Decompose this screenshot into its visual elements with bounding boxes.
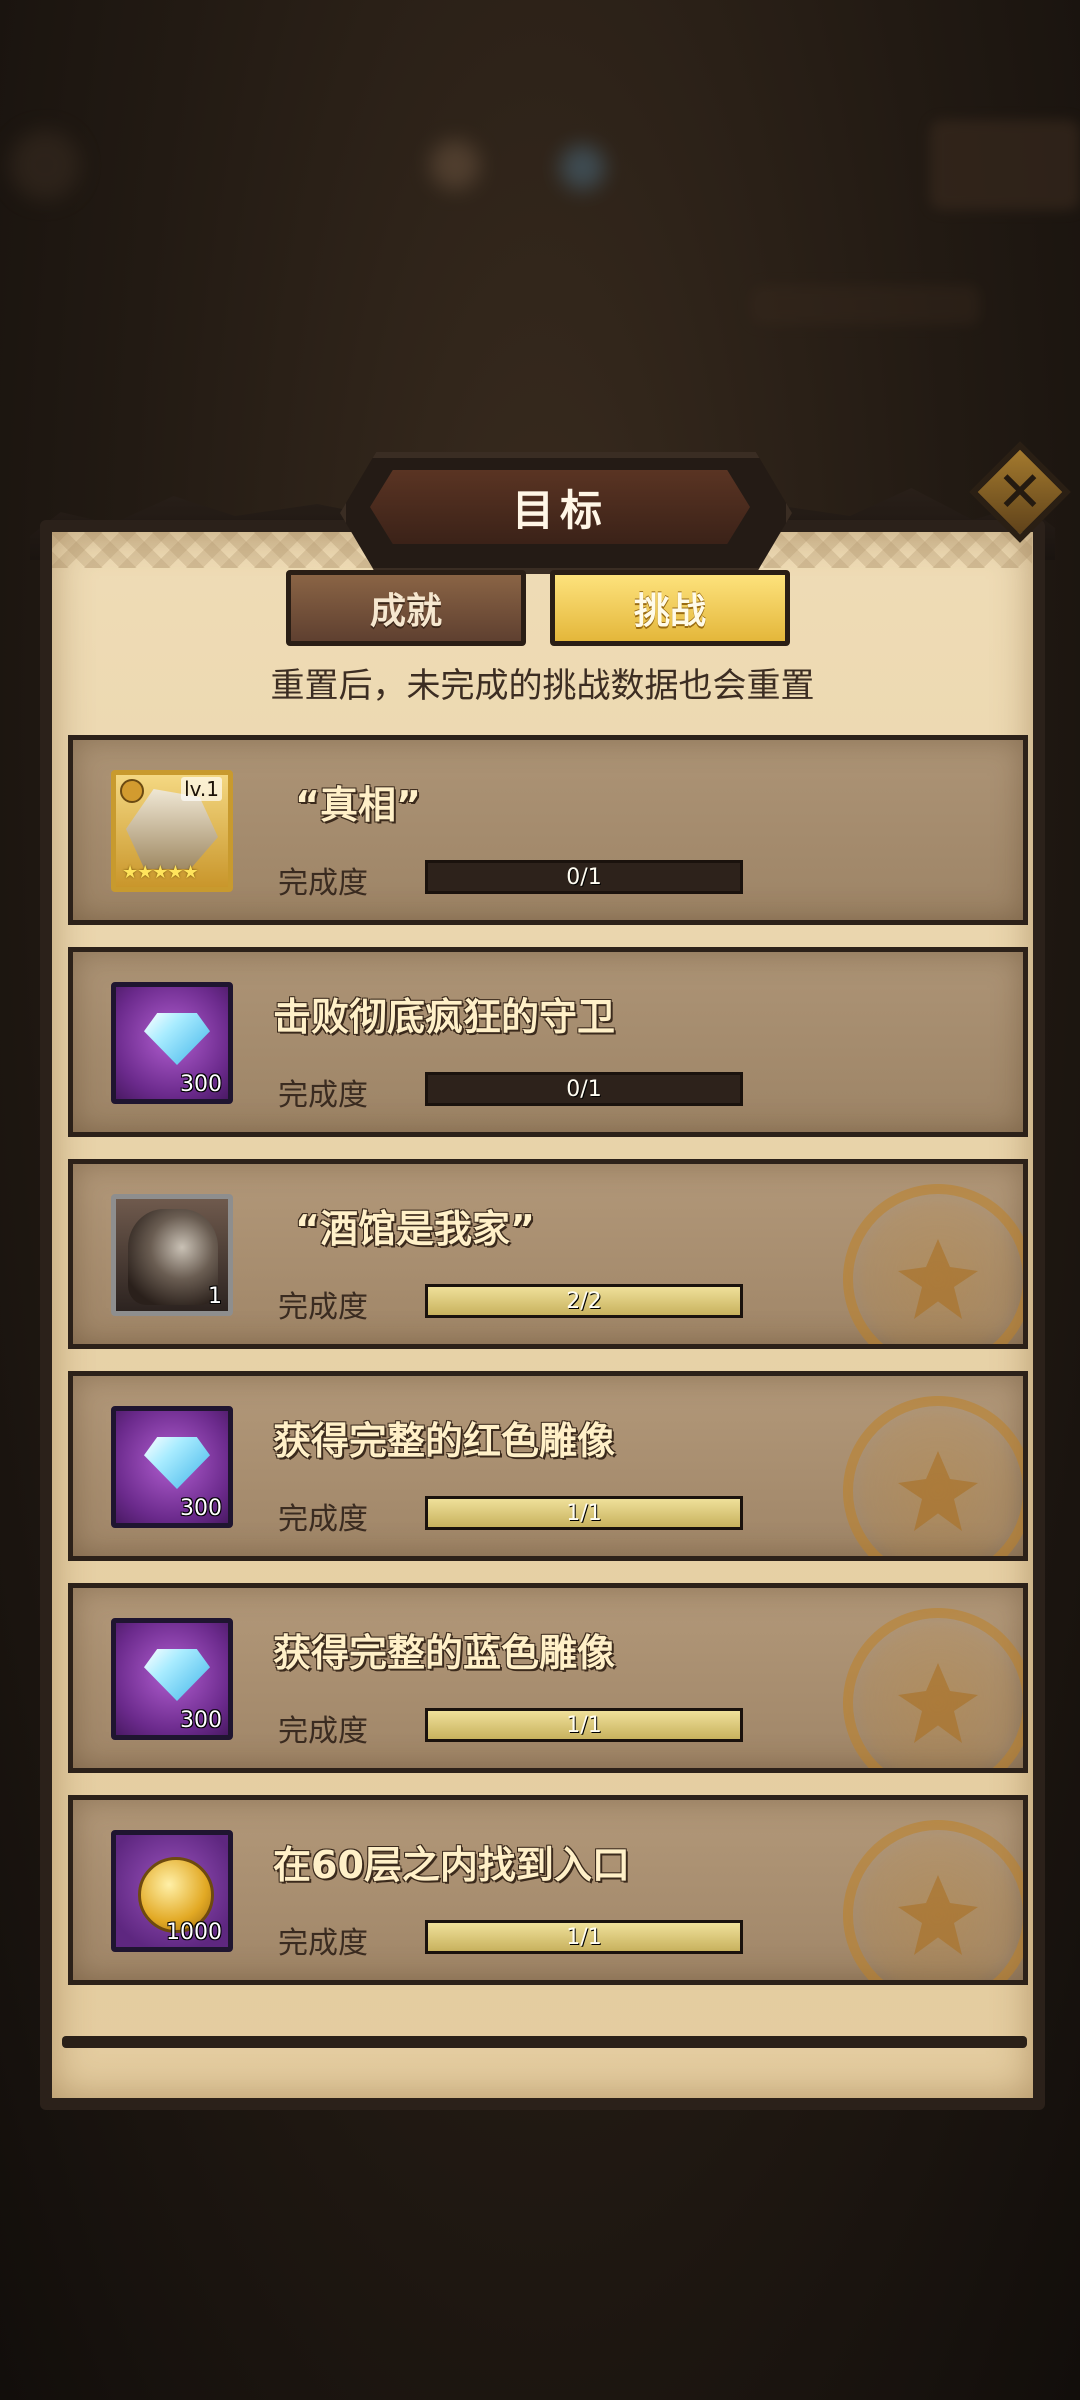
challenge-row[interactable]: 300 获得完整的蓝色雕像 完成度 1/1	[68, 1583, 1028, 1773]
challenge-row[interactable]: 300 击败彻底疯狂的守卫 完成度 0/1	[68, 947, 1028, 1137]
challenge-row[interactable]: lv.1 ★★★★★ “真相” 完成度 0/1	[68, 735, 1028, 925]
reward-quantity: 300	[180, 1708, 222, 1733]
progress-bar: 0/1	[425, 860, 743, 894]
progress-bar: 1/1	[425, 1708, 743, 1742]
progress-bar: 0/1	[425, 1072, 743, 1106]
challenge-title: 在60层之内找到入口	[273, 1843, 630, 1887]
diamond-icon	[144, 1013, 210, 1065]
objectives-dialog: 目标 ✕ 成就 挑战 重置后，未完成的挑战数据也会重置 lv.1 ★★★★★ “…	[30, 441, 1071, 2120]
completed-stamp-icon	[843, 1184, 1023, 1344]
dialog-bottom-edge	[62, 2036, 1027, 2048]
background-resource-icon	[430, 140, 480, 190]
progress-label: 完成度	[278, 1926, 368, 1961]
progress-text: 0/1	[566, 1076, 602, 1102]
challenge-row[interactable]: 1000 在60层之内找到入口 完成度 1/1	[68, 1795, 1028, 1985]
progress-text: 2/2	[566, 1288, 602, 1314]
class-badge-icon	[120, 779, 144, 803]
reward-diamond-icon[interactable]: 300	[111, 1618, 233, 1740]
hero-portrait-icon	[128, 1209, 218, 1305]
background-button	[930, 120, 1080, 210]
reward-diamond-icon[interactable]: 300	[111, 1406, 233, 1528]
challenge-title: “酒馆是我家”	[295, 1207, 535, 1251]
reset-notice: 重置后，未完成的挑战数据也会重置	[270, 666, 815, 706]
completed-stamp-icon	[843, 1396, 1023, 1556]
reward-hero-icon[interactable]: 1	[111, 1194, 233, 1316]
reward-coin-icon[interactable]: 1000	[111, 1830, 233, 1952]
close-button[interactable]: ✕	[969, 441, 1071, 543]
progress-text: 1/1	[566, 1500, 602, 1526]
progress-label: 完成度	[278, 1714, 368, 1749]
challenge-title: 击败彻底疯狂的守卫	[273, 995, 616, 1039]
reward-quantity: 1000	[166, 1920, 222, 1945]
challenge-title: 获得完整的红色雕像	[273, 1419, 616, 1463]
diamond-icon	[144, 1437, 210, 1489]
close-x-icon: ✕	[996, 459, 1044, 525]
challenge-row[interactable]: 300 获得完整的红色雕像 完成度 1/1	[68, 1371, 1028, 1561]
progress-text: 0/1	[566, 864, 602, 890]
progress-label: 完成度	[278, 866, 368, 901]
tab-challenge[interactable]: 挑战	[550, 570, 790, 646]
progress-bar: 1/1	[425, 1920, 743, 1954]
progress-label: 完成度	[278, 1502, 368, 1537]
background-text	[750, 285, 980, 325]
diamond-icon	[144, 1649, 210, 1701]
hero-portrait-icon	[126, 789, 218, 869]
progress-label: 完成度	[278, 1290, 368, 1325]
background-menu-icon	[10, 130, 80, 200]
completed-stamp-icon	[843, 1820, 1023, 1980]
reward-hero-icon[interactable]: lv.1 ★★★★★	[111, 770, 233, 892]
tab-achievements[interactable]: 成就	[286, 570, 526, 646]
progress-bar: 2/2	[425, 1284, 743, 1318]
progress-text: 1/1	[566, 1924, 602, 1950]
reward-quantity: 1	[208, 1284, 222, 1309]
screen: 目标 ✕ 成就 挑战 重置后，未完成的挑战数据也会重置 lv.1 ★★★★★ “…	[0, 0, 1080, 2400]
reward-quantity: 300	[180, 1072, 222, 1097]
hero-level: lv.1	[181, 777, 222, 801]
completed-stamp-icon	[843, 1608, 1023, 1768]
dialog-title: 目标	[370, 470, 750, 544]
background-gem-icon	[560, 145, 605, 190]
reward-diamond-icon[interactable]: 300	[111, 982, 233, 1104]
hero-stars: ★★★★★	[122, 862, 199, 883]
challenge-title: “真相”	[295, 783, 421, 827]
progress-text: 1/1	[566, 1712, 602, 1738]
challenge-title: 获得完整的蓝色雕像	[273, 1631, 616, 1675]
challenge-row[interactable]: 1 “酒馆是我家” 完成度 2/2	[68, 1159, 1028, 1349]
progress-label: 完成度	[278, 1078, 368, 1113]
reward-quantity: 300	[180, 1496, 222, 1521]
progress-bar: 1/1	[425, 1496, 743, 1530]
